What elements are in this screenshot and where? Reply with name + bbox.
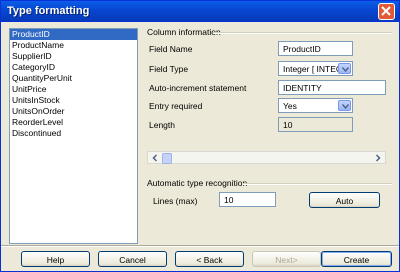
button-separator [1,245,399,247]
entry-required-dropdown-button[interactable] [338,100,351,111]
window-title: Type formatting [7,5,90,17]
column-information-divider [213,32,392,34]
field-name-input[interactable]: ProductID [278,41,353,56]
next-button[interactable]: Next> [252,251,321,267]
column-information-heading: Column information [147,27,221,37]
arrow-right-icon[interactable] [372,153,384,163]
entry-required-label: Entry required [149,101,203,111]
auto-recognition-heading: Automatic type recognition [147,178,248,188]
field-list-item[interactable]: UnitPrice [10,84,137,95]
scrollbar-thumb[interactable] [162,153,172,164]
close-icon [381,6,391,16]
field-type-select[interactable]: Integer [ INTEGE [278,61,353,76]
field-list-item[interactable]: SupplierID [10,51,137,62]
horizontal-scrollbar[interactable] [147,151,386,164]
lines-max-input[interactable]: 10 [219,192,276,207]
back-button[interactable]: < Back [175,251,244,267]
fields-listbox[interactable]: ProductID ProductName SupplierID CategoryID… [9,28,138,244]
arrow-left-icon[interactable] [149,153,161,163]
title-bar[interactable]: Type formatting [1,1,399,22]
auto-recognition-divider [243,183,392,185]
close-button[interactable] [378,3,395,20]
length-input[interactable]: 10 [278,117,353,132]
lines-max-label: Lines (max) [153,196,198,206]
entry-required-value: Yes [283,101,297,111]
field-type-dropdown-button[interactable] [338,63,351,74]
field-name-label: Field Name [149,44,193,54]
chevron-down-icon [342,104,349,109]
field-list-item[interactable]: CategoryID [10,62,137,73]
help-button[interactable]: Help [21,251,90,267]
field-list-item[interactable]: ProductID [10,29,137,40]
auto-increment-input[interactable]: IDENTITY [278,80,386,95]
cancel-button[interactable]: Cancel [98,251,167,267]
field-list-item[interactable]: ReorderLevel [10,117,137,128]
auto-increment-label: Auto-increment statement [149,83,247,93]
create-button[interactable]: Create [321,251,392,267]
field-list-item[interactable]: UnitsOnOrder [10,106,137,117]
type-formatting-dialog: Type formatting ProductID ProductName Supp… [0,0,400,272]
auto-button[interactable]: Auto [309,192,380,208]
field-list-item[interactable]: ProductName [10,40,137,51]
length-label: Length [149,120,175,130]
chevron-down-icon [342,67,349,72]
field-list-item[interactable]: UnitsInStock [10,95,137,106]
entry-required-select[interactable]: Yes [278,98,353,113]
field-list-item[interactable]: QuantityPerUnit [10,73,137,84]
field-type-label: Field Type [149,64,189,74]
field-list-item[interactable]: Discontinued [10,128,137,139]
